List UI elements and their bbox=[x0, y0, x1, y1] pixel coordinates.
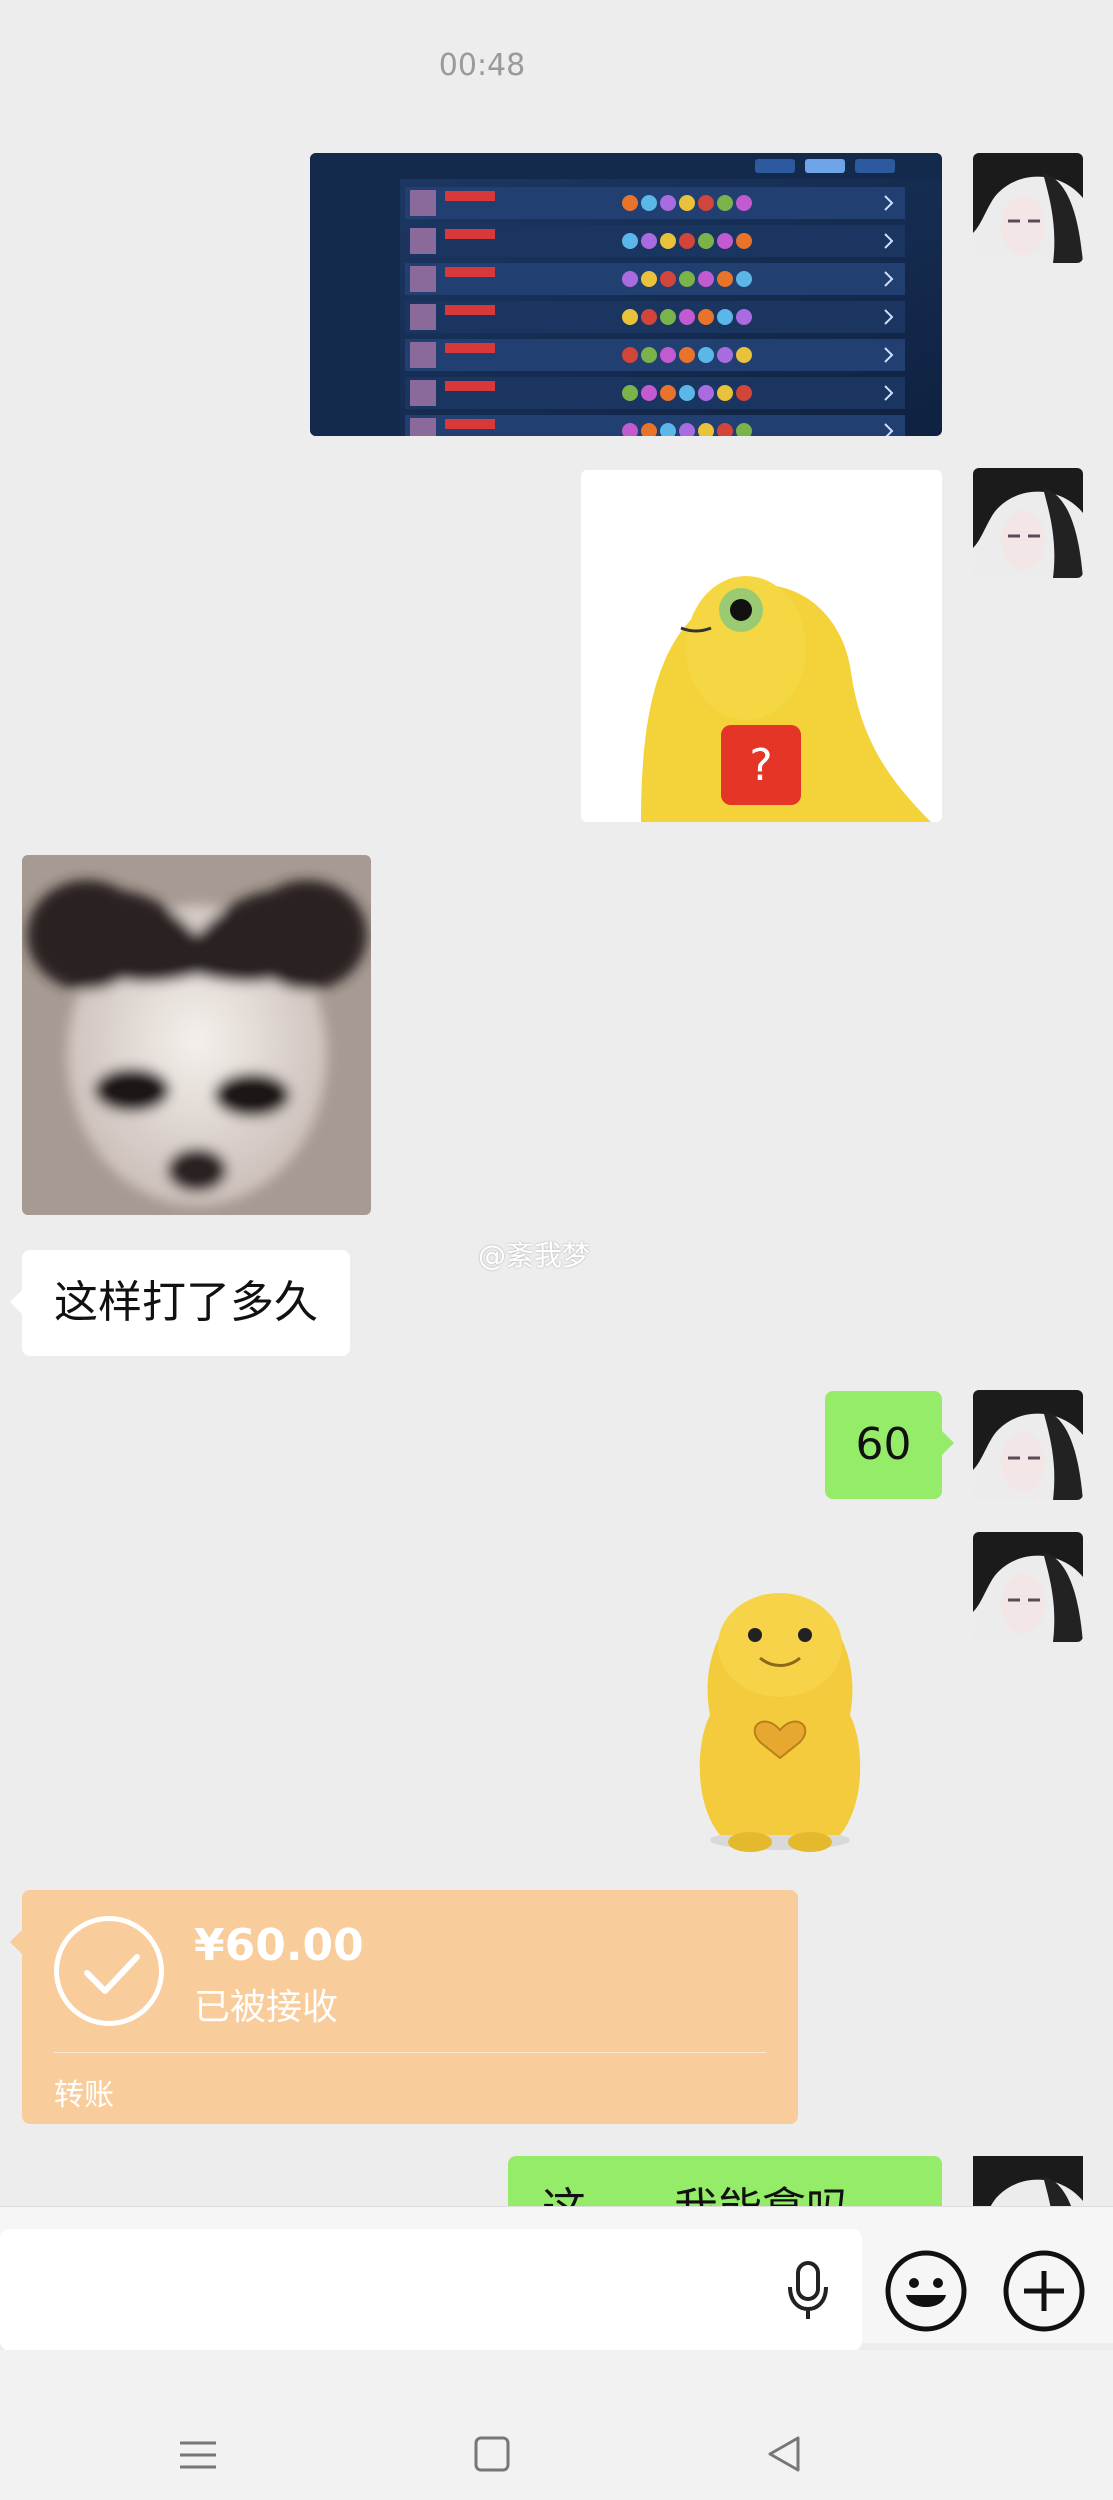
question-badge: ? bbox=[749, 740, 772, 791]
check-circle-icon bbox=[54, 1916, 164, 2026]
watermark: @紊我梦 bbox=[478, 1239, 591, 1272]
sent-text-bubble[interactable]: 60 bbox=[825, 1391, 954, 1499]
menu-icon[interactable] bbox=[178, 2435, 218, 2475]
dog-sticker-message[interactable] bbox=[22, 855, 371, 1215]
received-text-bubble[interactable]: 这样打了多久 bbox=[10, 1250, 350, 1356]
game-match-history-screenshot bbox=[310, 153, 942, 436]
transfer-label: 转账 bbox=[54, 2078, 114, 2113]
smiley-icon[interactable] bbox=[884, 2249, 968, 2333]
sent-text-bubble[interactable]: 这……我能拿吗 bbox=[508, 2156, 942, 2206]
triangle-back-icon[interactable] bbox=[764, 2434, 804, 2474]
chat-input-bar bbox=[0, 2206, 1113, 2351]
blurry-dog-face-sticker bbox=[22, 855, 371, 1215]
transfer-amount: ¥60.00 bbox=[194, 1920, 364, 1971]
my-avatar[interactable] bbox=[973, 2156, 1083, 2206]
my-avatar[interactable] bbox=[973, 468, 1083, 578]
yellow-creature-heart-sticker bbox=[699, 1593, 861, 1852]
plus-circle-icon[interactable] bbox=[1002, 2249, 1086, 2333]
square-home-icon[interactable] bbox=[472, 2434, 512, 2474]
transfer-divider bbox=[54, 2052, 766, 2053]
question-sticker-message[interactable]: ? bbox=[581, 470, 942, 822]
my-avatar[interactable] bbox=[973, 1390, 1083, 1500]
my-avatar[interactable] bbox=[973, 153, 1083, 263]
chat-timestamp: 00:48 bbox=[438, 48, 526, 83]
message-input[interactable] bbox=[0, 2229, 862, 2351]
system-nav-bar bbox=[0, 2350, 1113, 2500]
game-screenshot-message[interactable] bbox=[310, 153, 942, 436]
yellow-creature-question-sticker: ? bbox=[641, 576, 931, 822]
microphone-icon[interactable] bbox=[786, 2259, 830, 2323]
heart-sticker-message[interactable] bbox=[680, 1580, 880, 1860]
sent-text-bubble-clip: 这……我能拿吗 bbox=[508, 2156, 948, 2206]
transfer-card[interactable]: ¥60.00 已被接收 转账 bbox=[10, 1890, 798, 2124]
transfer-status: 已被接收 bbox=[194, 1987, 339, 2028]
my-avatar[interactable] bbox=[973, 1532, 1083, 1642]
